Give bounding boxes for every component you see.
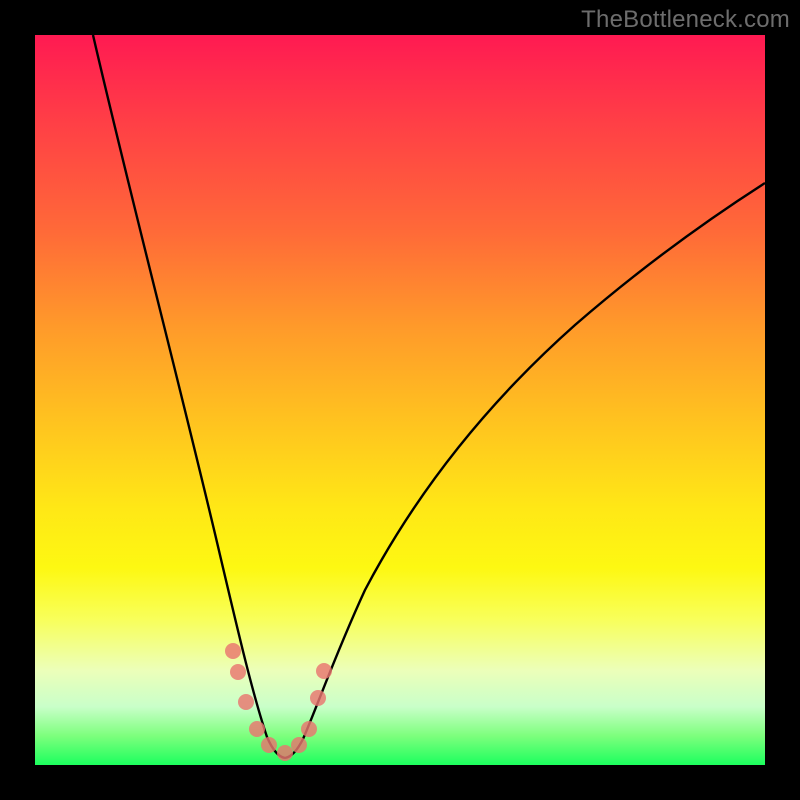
chart-frame: TheBottleneck.com (0, 0, 800, 800)
right-curve (285, 183, 765, 758)
highlight-dots (225, 643, 332, 761)
watermark-text: TheBottleneck.com (581, 6, 790, 34)
left-curve (93, 35, 285, 758)
plot-area (35, 35, 765, 765)
curve-layer (35, 35, 765, 765)
